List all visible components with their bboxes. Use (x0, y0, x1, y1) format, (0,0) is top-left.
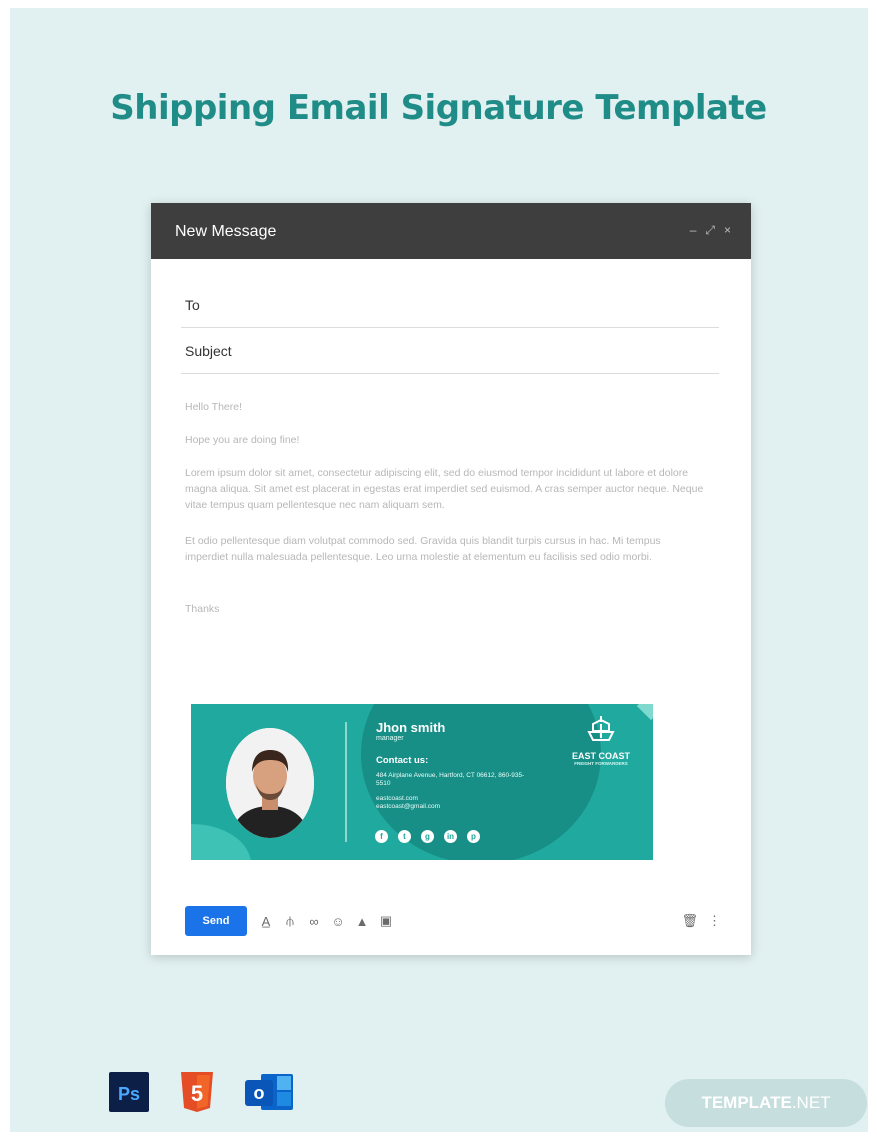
close-icon[interactable]: × (724, 223, 731, 238)
window-controls: – ⤢ × (690, 223, 731, 238)
compose-header: New Message – ⤢ × (151, 203, 751, 259)
app-icons: Ps 5 o (107, 1070, 297, 1114)
expand-icon[interactable]: ⤢ (705, 223, 715, 238)
contact-email[interactable]: eastcoast@gmail.com (376, 803, 440, 810)
format-text-icon[interactable]: A̲ (259, 914, 273, 929)
facebook-icon[interactable]: f (375, 830, 388, 843)
link-icon[interactable]: ∞ (307, 914, 321, 929)
badge-suffix: .NET (791, 1093, 831, 1112)
compose-toolbar: Send A̲ ⫛ ∞ ☺ ▲ ▣ 🗑 ⋮ (185, 906, 725, 936)
avatar (226, 728, 314, 838)
closing-text: Thanks (185, 603, 220, 615)
body-paragraph-2: Et odio pellentesque diam volutpat commo… (185, 535, 661, 563)
template-net-badge[interactable]: TEMPLATE.NET (665, 1079, 867, 1127)
google-plus-icon[interactable]: g (421, 830, 434, 843)
send-button[interactable]: Send (185, 906, 247, 936)
photoshop-label: Ps (118, 1084, 140, 1104)
html5-label: 5 (191, 1081, 203, 1106)
linkedin-icon[interactable]: in (444, 830, 457, 843)
avatar-photo (226, 728, 314, 838)
drive-icon[interactable]: ▲ (355, 914, 369, 929)
to-label: To (185, 297, 200, 313)
compose-window: New Message – ⤢ × To Subject Hello There… (151, 203, 751, 955)
page-title: Shipping Email Signature Template (110, 88, 767, 128)
trash-icon[interactable]: 🗑 (681, 913, 698, 929)
subject-field[interactable]: Subject (181, 328, 719, 374)
pinterest-icon[interactable]: p (467, 830, 480, 843)
badge-brand: TEMPLATE (701, 1093, 792, 1112)
opener-text: Hope you are doing fine! (185, 434, 300, 446)
html5-icon: 5 (181, 1072, 213, 1112)
email-signature: Jhon smith manager Contact us: 484 Airpl… (191, 704, 653, 860)
company-tagline: FREIGHT FORWARDERS (574, 761, 628, 766)
greeting-text: Hello There! (185, 401, 243, 413)
contact-heading: Contact us: (376, 755, 429, 766)
attach-icon[interactable]: ⫛ (283, 913, 297, 929)
compose-title: New Message (175, 223, 277, 240)
signature-decor-shape (191, 824, 251, 860)
twitter-icon[interactable]: t (398, 830, 411, 843)
toolbar-right: 🗑 ⋮ (681, 913, 721, 929)
social-links: f t g in p (375, 830, 480, 843)
signature-divider (345, 722, 347, 842)
emoji-icon[interactable]: ☺ (331, 914, 345, 929)
contact-website[interactable]: eastcoast.com (376, 795, 418, 802)
photoshop-icon: Ps (109, 1072, 149, 1112)
company-name: EAST COAST (571, 751, 630, 761)
to-field[interactable]: To (181, 282, 719, 328)
signature-role: manager (376, 735, 404, 742)
ship-icon (587, 716, 615, 741)
signature-name: Jhon smith (376, 720, 446, 735)
company-logo: EAST COAST FREIGHT FORWARDERS (556, 714, 646, 766)
subject-label: Subject (185, 343, 232, 359)
outlook-label: o (254, 1083, 265, 1103)
body-paragraph-1: Lorem ipsum dolor sit amet, consectetur … (185, 467, 704, 511)
formatting-tools: A̲ ⫛ ∞ ☺ ▲ ▣ (259, 913, 393, 929)
contact-address: 484 Airplane Avenue, Hartford, CT 06612,… (376, 772, 525, 787)
image-icon[interactable]: ▣ (379, 913, 393, 929)
outlook-icon: o (245, 1074, 293, 1110)
more-options-icon[interactable]: ⋮ (708, 913, 721, 929)
minimize-icon[interactable]: – (690, 223, 697, 238)
